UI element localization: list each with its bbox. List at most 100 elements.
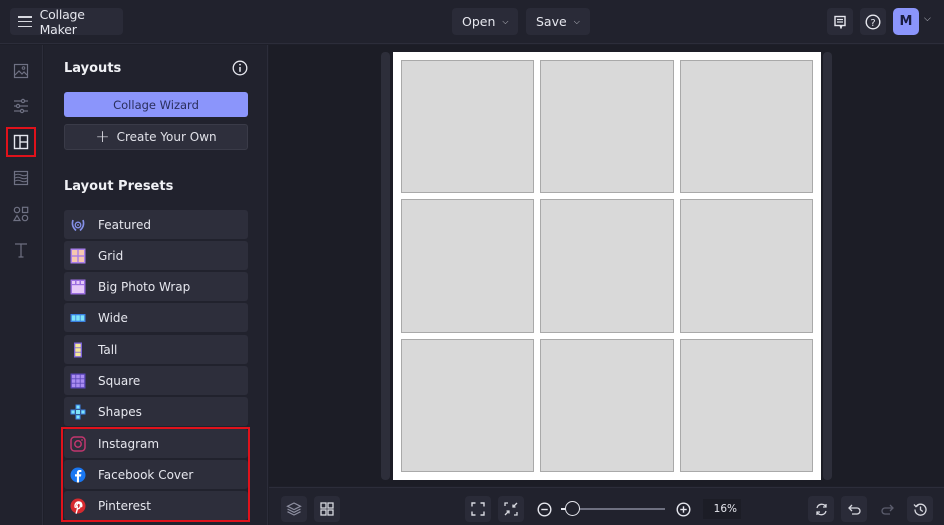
fit-screen-button[interactable]: [465, 496, 491, 522]
zoom-slider-track[interactable]: [568, 508, 665, 510]
preset-label: Instagram: [98, 436, 160, 451]
pinterest-icon: [70, 498, 86, 514]
tall-icon: [74, 342, 82, 357]
wide-icon: [70, 313, 86, 322]
preset-label: Grid: [98, 248, 124, 263]
zoom-out-icon: [536, 501, 552, 517]
flip-button[interactable]: [808, 496, 834, 522]
rail-item-graphics[interactable]: [6, 199, 36, 229]
layouts-panel: Layouts Collage Wizard + Create Your Own…: [44, 45, 268, 525]
open-label: Open: [462, 14, 496, 29]
chevron-down-icon: ⌵: [502, 16, 509, 26]
preset-label: Pinterest: [98, 498, 152, 513]
square-grid-icon: [70, 373, 86, 388]
save-label: Save: [536, 14, 567, 29]
app-menu-button[interactable]: Collage Maker: [10, 6, 123, 37]
image-icon: [13, 63, 29, 79]
chevron-down-icon: ⌵: [573, 16, 580, 26]
rail-item-text[interactable]: [6, 235, 36, 265]
preset-label: Shapes: [98, 404, 142, 419]
create-label: Create Your Own: [116, 130, 217, 144]
undo-icon: [847, 504, 861, 515]
zoom-slider-thumb[interactable]: [565, 501, 580, 516]
sliders-icon: [14, 98, 28, 114]
preset-grid[interactable]: Grid: [64, 241, 248, 270]
laurel-icon: [71, 219, 85, 231]
history-icon: [913, 503, 927, 516]
preset-label: Tall: [98, 342, 118, 357]
collage-cell[interactable]: [540, 60, 674, 194]
grid-view-button[interactable]: [314, 496, 340, 522]
preset-label: Big Photo Wrap: [98, 279, 191, 294]
help-button[interactable]: ?: [860, 8, 886, 35]
layers-button[interactable]: [281, 496, 307, 522]
collage-page[interactable]: [393, 52, 821, 480]
redo-button[interactable]: [874, 496, 900, 522]
create-your-own-button[interactable]: + Create Your Own: [64, 124, 248, 150]
zoom-in-icon: [675, 501, 691, 517]
collage-cell[interactable]: [540, 338, 674, 472]
help-icon: ?: [865, 13, 881, 30]
user-avatar[interactable]: M: [893, 8, 919, 35]
zoom-out-button[interactable]: [531, 496, 557, 522]
collage-cell[interactable]: [401, 338, 535, 472]
big-photo-wrap-icon: [70, 279, 86, 294]
shapes-icon: [13, 206, 29, 222]
save-menu-button[interactable]: Save ⌵: [526, 8, 590, 35]
preset-label: Square: [98, 373, 141, 388]
rail-item-photos[interactable]: [6, 56, 36, 86]
preset-big-photo-wrap[interactable]: Big Photo Wrap: [64, 272, 248, 301]
history-button[interactable]: [907, 496, 933, 522]
preset-facebook-cover[interactable]: Facebook Cover: [64, 460, 248, 489]
collage-wizard-button[interactable]: Collage Wizard: [64, 92, 248, 117]
preset-featured[interactable]: Featured: [64, 210, 248, 239]
svg-text:?: ?: [870, 17, 875, 28]
preset-shapes[interactable]: Shapes: [64, 397, 248, 426]
grid-icon: [70, 248, 86, 263]
rail-item-adjust[interactable]: [6, 91, 36, 121]
text-icon: [15, 243, 27, 258]
grid-view-icon: [320, 502, 334, 516]
refresh-icon: [815, 503, 827, 515]
preset-label: Featured: [98, 217, 151, 232]
instagram-icon: [70, 435, 86, 452]
actual-size-button[interactable]: [498, 496, 524, 522]
collage-cell[interactable]: [401, 60, 535, 194]
zoom-in-button[interactable]: [670, 496, 696, 522]
feedback-button[interactable]: [827, 8, 853, 35]
open-menu-button[interactable]: Open ⌵: [452, 8, 519, 35]
rail-item-backgrounds[interactable]: [6, 163, 36, 193]
preset-instagram[interactable]: Instagram: [64, 429, 248, 458]
collage-cell[interactable]: [679, 338, 813, 472]
plus-icon: +: [95, 126, 110, 147]
rail-item-layouts[interactable]: [6, 127, 36, 157]
collage-cell[interactable]: [679, 199, 813, 333]
left-scrollbar[interactable]: [381, 52, 390, 480]
layout-icon: [13, 134, 29, 150]
preset-label: Facebook Cover: [98, 467, 194, 482]
zoom-value-input[interactable]: 16%: [703, 499, 741, 519]
chevron-down-icon[interactable]: ⌵: [924, 14, 931, 24]
preset-wide[interactable]: Wide: [64, 303, 248, 332]
preset-square[interactable]: Square: [64, 366, 248, 395]
collage-cell[interactable]: [540, 199, 674, 333]
texture-icon: [13, 170, 29, 186]
panel-title: Layouts: [64, 61, 122, 76]
preset-tall[interactable]: Tall: [64, 335, 248, 364]
plus-shape-icon: [70, 404, 86, 419]
redo-icon: [880, 504, 894, 515]
facebook-icon: [70, 467, 86, 482]
undo-button[interactable]: [841, 496, 867, 522]
app-title: Collage Maker: [39, 6, 85, 37]
hamburger-icon: [18, 16, 32, 27]
collage-cell[interactable]: [679, 60, 813, 194]
right-scrollbar[interactable]: [823, 52, 832, 480]
expand-icon: [471, 502, 485, 516]
feedback-icon: [834, 15, 846, 29]
preset-label: Wide: [98, 310, 128, 325]
collage-cell[interactable]: [401, 199, 535, 333]
shrink-icon: [504, 502, 518, 516]
info-icon[interactable]: [232, 60, 248, 76]
preset-pinterest[interactable]: Pinterest: [64, 491, 248, 520]
layers-icon: [286, 502, 302, 516]
